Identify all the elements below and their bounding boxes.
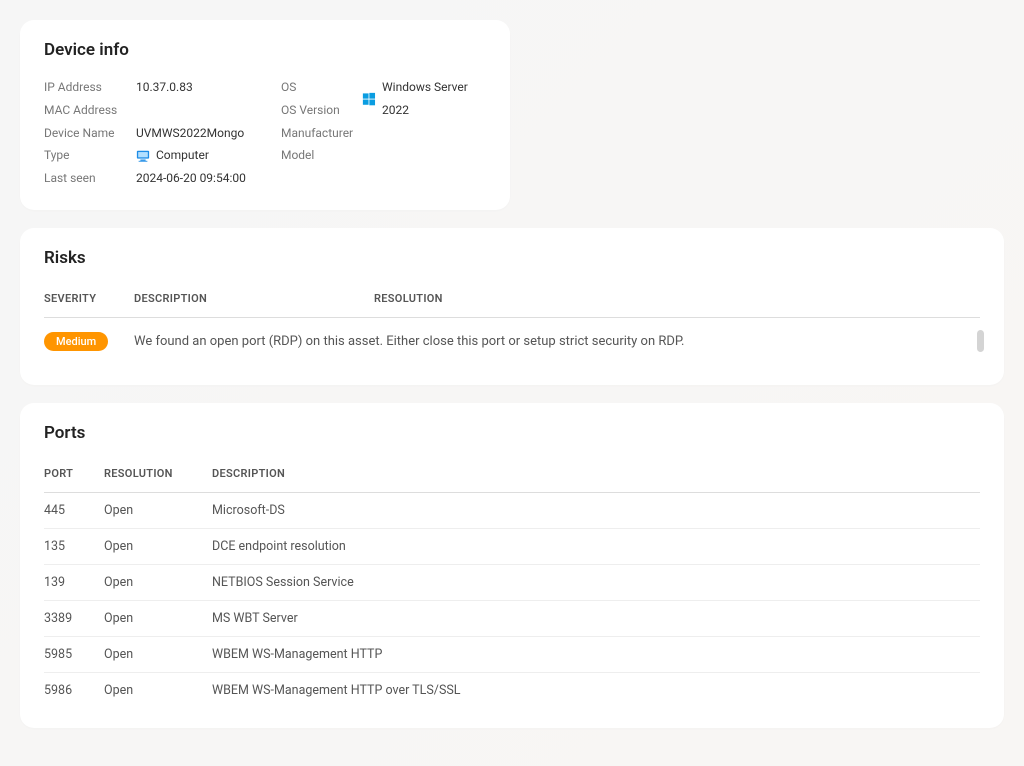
label-last-seen: Last seen — [44, 167, 128, 190]
ports-cell-description: MS WBT Server — [212, 611, 980, 626]
ports-cell-resolution: Open — [104, 575, 212, 590]
label-model: Model — [281, 144, 354, 167]
ports-row[interactable]: 139OpenNETBIOS Session Service — [44, 565, 980, 601]
value-type: Computer — [156, 144, 209, 167]
risks-header-description: DESCRIPTION — [134, 292, 374, 305]
ports-row[interactable]: 5985OpenWBEM WS-Management HTTP — [44, 637, 980, 673]
risks-body: Medium We found an open port (RDP) on thi… — [44, 318, 980, 365]
risks-header-resolution: RESOLUTION — [374, 292, 980, 305]
ports-header-description: DESCRIPTION — [212, 467, 980, 480]
ports-cell-description: WBEM WS-Management HTTP over TLS/SSL — [212, 683, 980, 698]
ports-cell-port: 135 — [44, 539, 104, 554]
ports-cell-resolution: Open — [104, 539, 212, 554]
device-info-grid: IP Address MAC Address Device Name Type … — [44, 76, 486, 190]
ports-cell-description: WBEM WS-Management HTTP — [212, 647, 980, 662]
value-mac — [136, 99, 273, 122]
label-os: OS — [281, 76, 354, 99]
risks-card: Risks SEVERITY DESCRIPTION RESOLUTION Me… — [20, 228, 1004, 385]
ports-cell-port: 445 — [44, 503, 104, 518]
value-os-wrap: Windows Server 2022 — [362, 76, 486, 122]
ports-cell-resolution: Open — [104, 683, 212, 698]
ports-cell-description: NETBIOS Session Service — [212, 575, 980, 590]
ports-row[interactable]: 3389OpenMS WBT Server — [44, 601, 980, 637]
label-name: Device Name — [44, 122, 128, 145]
ports-header-row: PORT RESOLUTION DESCRIPTION — [44, 459, 980, 493]
risks-cell-text: We found an open port (RDP) on this asse… — [134, 334, 980, 349]
label-type: Type — [44, 144, 128, 167]
scrollbar-thumb[interactable] — [977, 330, 984, 352]
risks-header-severity: SEVERITY — [44, 292, 134, 305]
device-info-title: Device info — [44, 40, 486, 60]
ports-cell-resolution: Open — [104, 647, 212, 662]
ports-title: Ports — [44, 423, 980, 443]
ports-cell-resolution: Open — [104, 503, 212, 518]
label-ip: IP Address — [44, 76, 128, 99]
ports-header-port: PORT — [44, 467, 104, 480]
windows-icon — [362, 92, 376, 106]
value-ip: 10.37.0.83 — [136, 76, 273, 99]
ports-cell-port: 5986 — [44, 683, 104, 698]
ports-row[interactable]: 445OpenMicrosoft-DS — [44, 493, 980, 529]
risks-cell-severity: Medium — [44, 332, 134, 351]
ports-card: Ports PORT RESOLUTION DESCRIPTION 445Ope… — [20, 403, 1004, 728]
label-os-version: OS Version — [281, 99, 354, 122]
ports-cell-port: 3389 — [44, 611, 104, 626]
ports-row[interactable]: 135OpenDCE endpoint resolution — [44, 529, 980, 565]
severity-badge: Medium — [44, 332, 108, 351]
ports-cell-port: 5985 — [44, 647, 104, 662]
label-mac: MAC Address — [44, 99, 128, 122]
label-manufacturer: Manufacturer — [281, 122, 354, 145]
value-type-wrap: Computer — [136, 144, 273, 167]
ports-cell-description: DCE endpoint resolution — [212, 539, 980, 554]
ports-cell-description: Microsoft-DS — [212, 503, 980, 518]
risks-header-row: SEVERITY DESCRIPTION RESOLUTION — [44, 284, 980, 318]
ports-cell-port: 139 — [44, 575, 104, 590]
ports-body: 445OpenMicrosoft-DS135OpenDCE endpoint r… — [44, 493, 980, 708]
device-info-card: Device info IP Address MAC Address Devic… — [20, 20, 510, 210]
ports-header-resolution: RESOLUTION — [104, 467, 212, 480]
value-os: Windows Server 2022 — [382, 76, 486, 122]
value-name: UVMWS2022Mongo — [136, 122, 273, 145]
ports-row[interactable]: 5986OpenWBEM WS-Management HTTP over TLS… — [44, 673, 980, 708]
ports-cell-resolution: Open — [104, 611, 212, 626]
value-last-seen: 2024-06-20 09:54:00 — [136, 167, 273, 190]
computer-icon — [136, 149, 150, 163]
risks-title: Risks — [44, 248, 980, 268]
risks-row[interactable]: Medium We found an open port (RDP) on thi… — [44, 318, 980, 365]
